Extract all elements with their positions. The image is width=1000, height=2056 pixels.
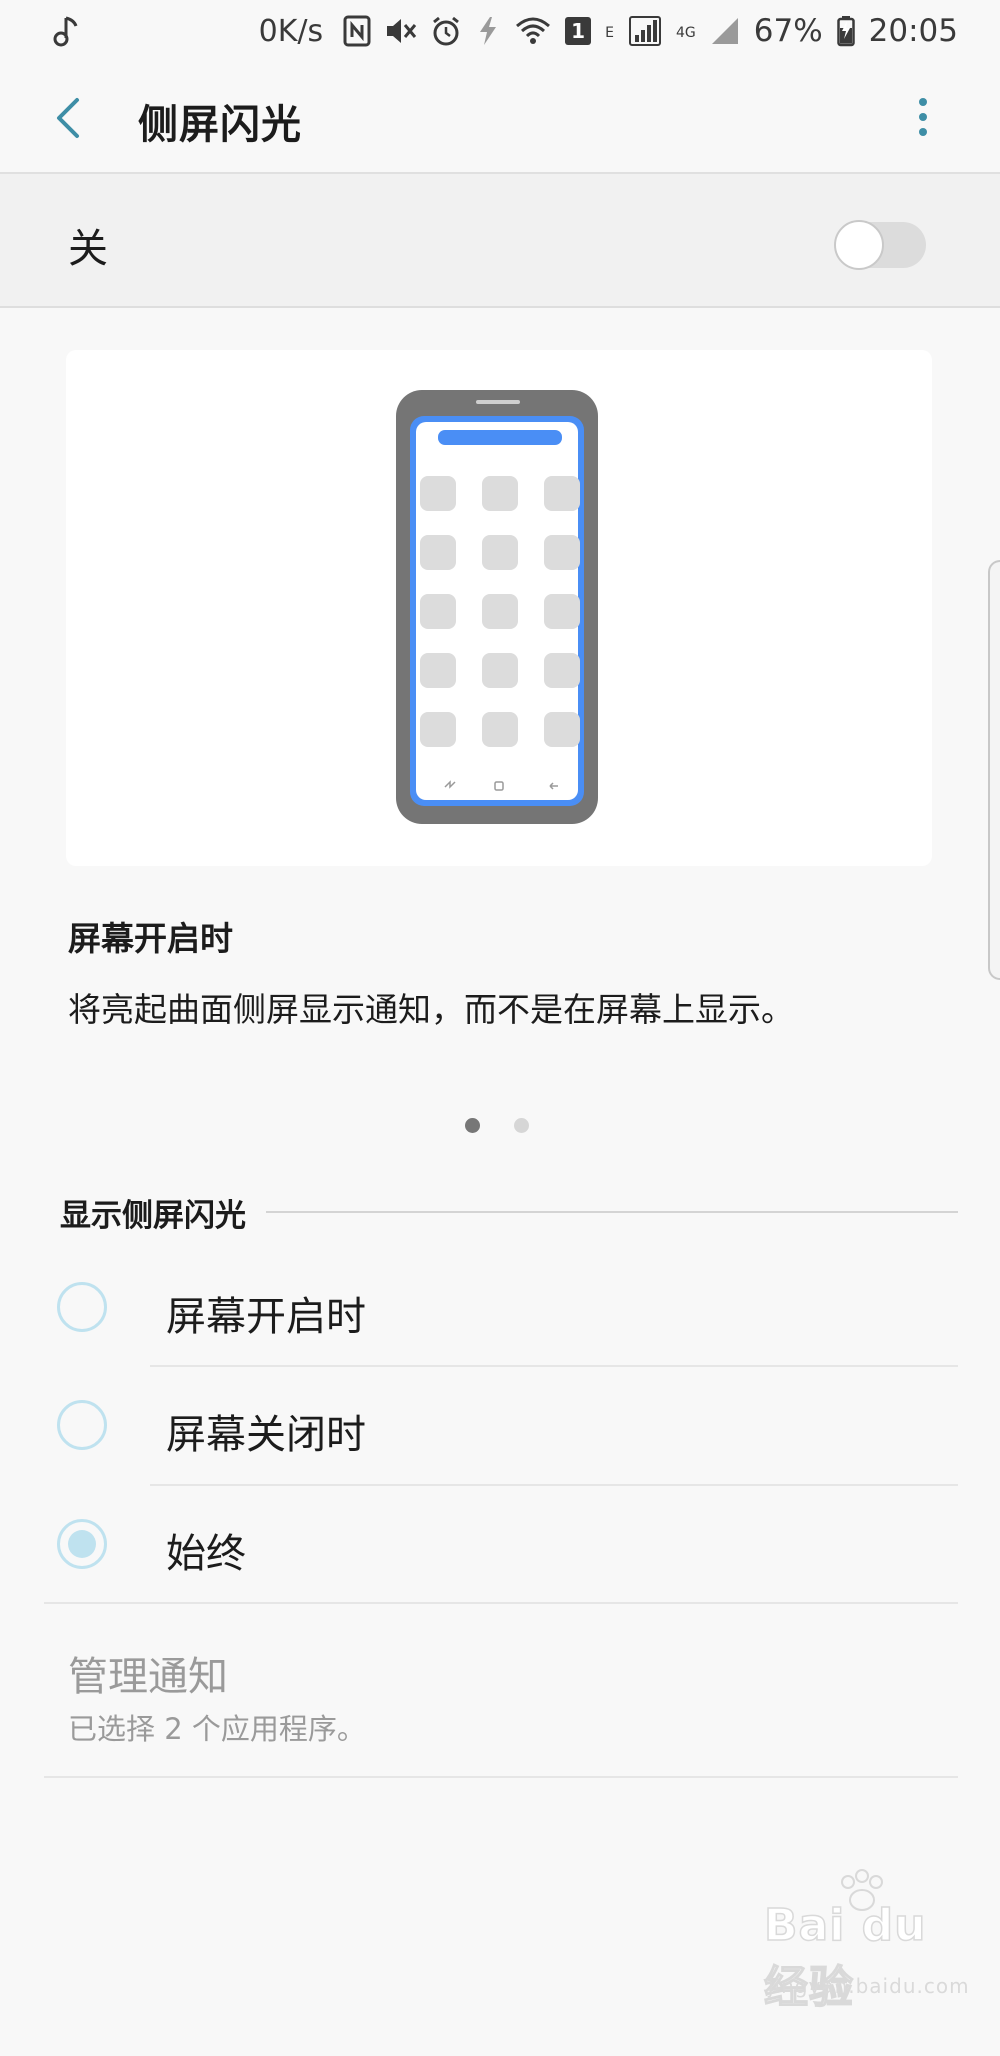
baidu-watermark: Bai du 经验 jingyan.baidu.com bbox=[763, 1869, 969, 2030]
radio-label: 屏幕开启时 bbox=[166, 1294, 366, 1340]
page-indicator bbox=[465, 1118, 529, 1133]
radio-button[interactable] bbox=[57, 1282, 107, 1332]
radio-label: 始终 bbox=[166, 1531, 246, 1577]
section-title: 显示侧屏闪光 bbox=[60, 1197, 246, 1234]
master-toggle-switch[interactable] bbox=[834, 220, 926, 270]
back-button[interactable] bbox=[44, 92, 92, 144]
watermark-url: jingyan.baidu.com bbox=[768, 1974, 970, 1998]
manage-notifications-title: 管理通知 bbox=[68, 1654, 228, 1700]
mute-icon bbox=[385, 16, 417, 46]
alarm-icon bbox=[431, 15, 461, 47]
page-dot-1[interactable] bbox=[465, 1118, 480, 1133]
clock-time: 20:05 bbox=[868, 13, 958, 49]
master-switch-label: 关 bbox=[68, 226, 108, 272]
radio-option-screen-off[interactable]: 屏幕关闭时 bbox=[0, 1366, 1000, 1484]
description-title: 屏幕开启时 bbox=[68, 919, 233, 958]
signal-icon bbox=[710, 16, 740, 46]
radio-option-screen-on[interactable]: 屏幕开启时 bbox=[0, 1248, 1000, 1366]
status-bar: 0K/s 1 E 4G 67% 20:05 bbox=[0, 0, 1000, 62]
manage-notifications-subtitle: 已选择 2 个应用程序。 bbox=[68, 1712, 366, 1746]
battery-charging-icon bbox=[836, 15, 855, 47]
music-note-icon bbox=[52, 14, 80, 48]
section-divider bbox=[266, 1211, 958, 1213]
radio-button-selected[interactable] bbox=[57, 1519, 107, 1569]
description-text: 将亮起曲面侧屏显示通知，而不是在屏幕上显示。 bbox=[68, 990, 794, 1029]
wifi-icon bbox=[515, 16, 551, 46]
page-dot-2[interactable] bbox=[514, 1118, 529, 1133]
radio-option-always[interactable]: 始终 bbox=[0, 1485, 1000, 1603]
data-type-label: E bbox=[605, 25, 614, 41]
data-saver-icon bbox=[475, 15, 501, 47]
toggle-knob bbox=[834, 220, 884, 270]
battery-percent: 67% bbox=[753, 13, 823, 49]
network-type-label: 4G bbox=[675, 25, 696, 41]
phone-illustration bbox=[396, 390, 598, 824]
nfc-icon bbox=[343, 15, 371, 47]
app-bar: 侧屏闪光 bbox=[0, 62, 1000, 172]
section-header: 显示侧屏闪光 bbox=[60, 1190, 958, 1234]
edge-panel-handle[interactable] bbox=[988, 560, 1000, 980]
page-title: 侧屏闪光 bbox=[138, 102, 302, 148]
sim-slot-badge: 1 bbox=[565, 17, 592, 45]
net-speed: 0K/s bbox=[258, 13, 324, 49]
more-options-button[interactable] bbox=[908, 92, 938, 142]
manage-notifications-item[interactable]: 管理通知 已选择 2 个应用程序。 bbox=[0, 1604, 1000, 1776]
radio-button[interactable] bbox=[57, 1400, 107, 1450]
illustration-card bbox=[66, 350, 932, 866]
chevron-left-icon bbox=[57, 98, 79, 138]
radio-label: 屏幕关闭时 bbox=[166, 1412, 366, 1458]
signal-icon bbox=[628, 15, 662, 47]
more-vertical-icon bbox=[919, 98, 927, 106]
row-divider bbox=[44, 1776, 958, 1778]
